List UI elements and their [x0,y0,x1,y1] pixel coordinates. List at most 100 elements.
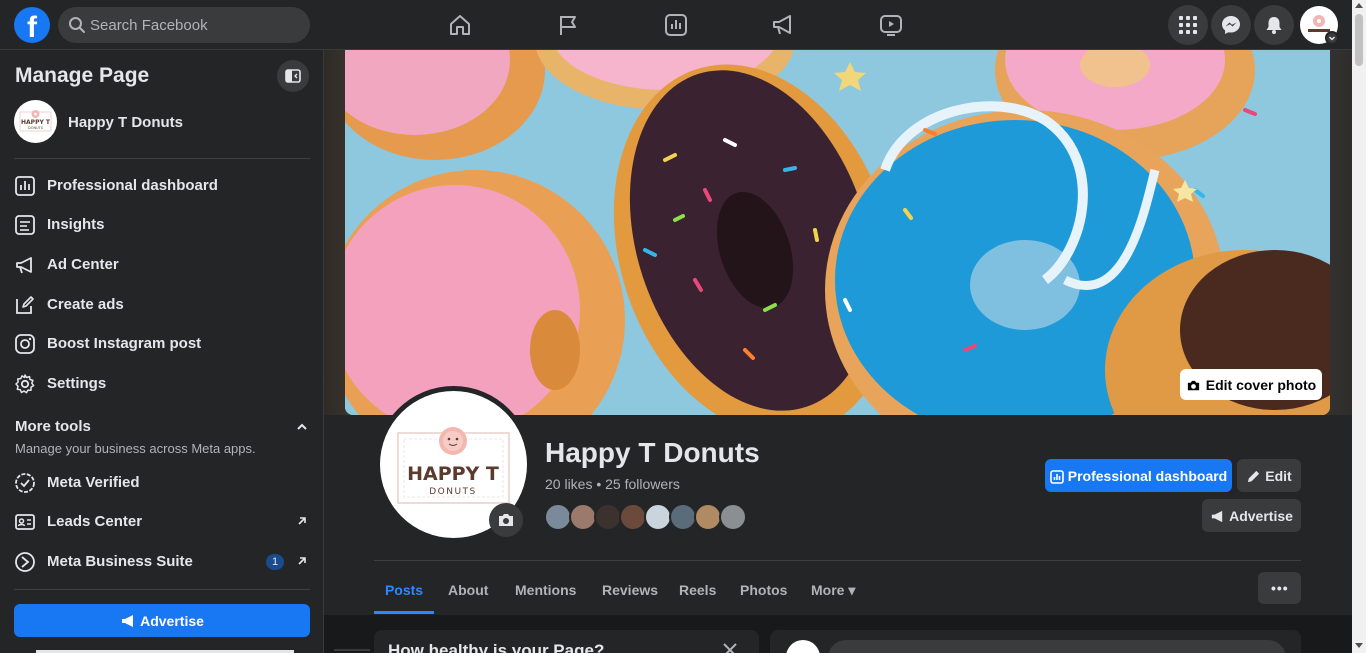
follower-avatar[interactable] [544,503,572,531]
advertise-label: Advertise [1229,507,1293,524]
home-icon[interactable] [447,12,473,38]
sidebar-item-label: Boost Instagram post [47,335,202,352]
sidebar-item-label: Insights [47,216,105,233]
cover-photo[interactable]: Edit cover photo [345,50,1330,415]
sidebar-divider [14,589,310,590]
notifications-button[interactable] [1254,5,1294,45]
sidebar-item-label: Meta Business Suite [47,553,193,570]
tab-photos[interactable]: Photos [740,570,787,614]
page-feed-area: How healthy is your Page? [324,615,1352,653]
create-post-card[interactable] [770,630,1301,653]
more-options-button[interactable]: ••• [1258,572,1301,604]
page-scrollbar[interactable] [1352,0,1366,653]
search-bar[interactable] [58,7,310,43]
sidebar-divider [14,158,310,159]
follower-avatar[interactable] [594,503,622,531]
sidebar-item-label: Ad Center [47,256,119,273]
page-logo-small: HAPPY T DONUTS [14,100,57,143]
scroll-up-arrow-icon[interactable] [1355,3,1363,8]
follower-avatar[interactable] [669,503,697,531]
search-input[interactable] [90,7,300,43]
professional-dashboard-label: Professional dashboard [1067,467,1228,484]
external-link-icon [298,557,306,565]
page-title[interactable]: Happy T Donuts [545,437,760,469]
sidebar-item-insights[interactable]: Insights [8,207,314,243]
page-likes-followers[interactable]: 20 likes • 25 followers [545,476,680,492]
sidebar-page-switcher[interactable]: HAPPY T DONUTS Happy T Donuts [14,100,310,144]
messenger-button[interactable] [1211,5,1251,45]
account-chevron-icon[interactable] [1325,31,1339,45]
sidebar-item-leads-center[interactable]: Leads Center [8,504,314,540]
tab-more[interactable]: More ▾ [811,570,855,614]
notification-count-badge: 1 [266,554,284,570]
follower-avatar[interactable] [719,503,747,531]
professional-dashboard-button[interactable]: Professional dashboard [1045,459,1232,492]
svg-text:HAPPY T: HAPPY T [21,119,51,126]
edit-page-button[interactable]: Edit [1237,459,1301,492]
verified-badge-icon [15,473,35,493]
scrollbar-thumb[interactable] [1355,14,1363,66]
collapse-sidebar-button[interactable] [277,60,309,92]
tab-posts[interactable]: Posts [374,570,434,614]
cover-photo-image [345,50,1330,415]
sidebar-advertise-button[interactable]: Advertise [14,604,310,637]
tab-reviews[interactable]: Reviews [602,570,658,614]
business-suite-icon [15,552,35,572]
gear-icon [15,374,35,394]
follower-avatar[interactable] [644,503,672,531]
megaphone-icon [1211,510,1223,522]
tab-reels[interactable]: Reels [679,570,716,614]
sidebar-item-meta-business-suite[interactable]: Meta Business Suite 1 [8,544,314,580]
sidebar-item-ad-center[interactable]: Ad Center [8,247,314,283]
messenger-icon [1222,16,1240,34]
follower-avatar[interactable] [569,503,597,531]
tab-mentions[interactable]: Mentions [515,570,576,614]
feed-divider [334,649,370,651]
scroll-down-arrow-icon[interactable] [1355,643,1363,648]
facebook-logo[interactable]: f [14,7,50,43]
tab-about[interactable]: About [448,570,488,614]
sidebar-item-label: Settings [47,375,107,392]
pages-flag-icon[interactable] [555,12,581,38]
sidebar-item-meta-verified[interactable]: Meta Verified [8,465,314,501]
chevron-up-icon[interactable] [296,421,308,433]
create-post-input[interactable] [828,640,1286,653]
edit-label: Edit [1265,467,1292,484]
manage-page-sidebar: Manage Page HAPPY T DONUTS Happy T Donuts… [0,50,324,653]
ads-megaphone-icon[interactable] [770,12,796,38]
advertise-button[interactable]: Advertise [1202,499,1301,532]
sidebar-item-create-ads[interactable]: Create ads [8,287,314,323]
sidebar-page-name: Happy T Donuts [68,114,183,131]
close-icon[interactable] [720,640,740,653]
video-icon[interactable] [878,12,904,38]
sidebar-title: Manage Page [15,64,150,87]
search-icon [69,17,85,33]
more-tools-heading[interactable]: More tools [15,418,91,435]
dashboard-icon [1049,469,1064,484]
megaphone-icon [16,257,32,274]
camera-icon [1187,380,1199,390]
insights-nav-icon[interactable] [663,12,689,38]
follower-avatar[interactable] [694,503,722,531]
tabs-divider [374,560,1301,561]
instagram-icon [15,334,35,354]
pencil-icon [16,296,34,314]
sidebar-item-professional-dashboard[interactable]: Professional dashboard [8,168,314,204]
sidebar-item-label: Meta Verified [47,474,140,491]
sidebar-item-label: Create ads [47,296,124,313]
update-profile-picture-button[interactable] [489,503,523,537]
page-health-card[interactable]: How healthy is your Page? [374,630,759,653]
advertise-label: Advertise [140,612,204,629]
dashboard-icon [15,176,35,196]
logo-text-bottom: DONUTS [429,487,477,497]
sidebar-item-settings[interactable]: Settings [8,366,314,402]
follower-avatar[interactable] [619,503,647,531]
edit-cover-photo-button[interactable]: Edit cover photo [1180,369,1322,400]
leads-icon [15,514,35,530]
megaphone-icon [122,614,134,627]
sidebar-item-label: Professional dashboard [47,177,218,194]
menu-grid-button[interactable] [1168,5,1208,45]
more-options-icon: ••• [1271,580,1289,596]
bell-icon [1266,17,1282,34]
sidebar-item-boost-instagram-post[interactable]: Boost Instagram post [8,326,314,362]
